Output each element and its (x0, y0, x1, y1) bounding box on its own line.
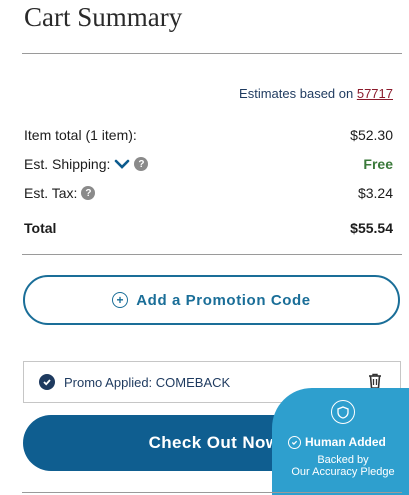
shipping-label: Est. Shipping: (24, 156, 111, 172)
estimates-note: Estimates based on 57717 (239, 86, 393, 101)
shield-icon (331, 400, 355, 424)
shipping-value: Free (363, 156, 393, 172)
badge-subtitle: Our Accuracy Pledge (291, 466, 395, 478)
add-promotion-code-label: Add a Promotion Code (136, 291, 311, 309)
promo-applied-text: Promo Applied: COMEBACK (64, 374, 231, 390)
badge-headline: Human Added (288, 435, 386, 449)
item-total-row: Item total (1 item): $52.30 (24, 127, 393, 149)
item-total-label: Item total (1 item): (24, 127, 137, 143)
shipping-row: Est. Shipping: ? Free (24, 156, 393, 178)
check-circle-icon (288, 435, 301, 449)
tax-row: Est. Tax: ? $3.24 (24, 185, 393, 207)
badge-subtitle: Backed by (317, 454, 369, 466)
divider (22, 53, 402, 54)
plus-circle-icon: + (112, 292, 129, 308)
check-circle-icon (39, 374, 55, 390)
question-icon[interactable]: ? (81, 186, 96, 200)
question-icon[interactable]: ? (134, 157, 149, 171)
add-promotion-code-button[interactable]: + Add a Promotion Code (23, 275, 400, 325)
item-total-value: $52.30 (350, 127, 393, 143)
total-label: Total (24, 220, 57, 236)
human-added-badge[interactable]: Human Added Backed by Our Accuracy Pledg… (272, 388, 409, 495)
tax-value: $3.24 (357, 185, 393, 201)
zip-link[interactable]: 57717 (357, 86, 393, 101)
chevron-down-icon[interactable] (114, 158, 130, 170)
badge-headline-text: Human Added (305, 435, 386, 449)
divider (22, 492, 402, 493)
total-value: $55.54 (350, 220, 393, 236)
tax-label: Est. Tax: (24, 185, 78, 201)
divider (22, 254, 402, 255)
total-row: Total $55.54 (24, 220, 393, 242)
estimates-prefix: Estimates based on (239, 86, 357, 101)
page-title: Cart Summary (24, 2, 183, 32)
